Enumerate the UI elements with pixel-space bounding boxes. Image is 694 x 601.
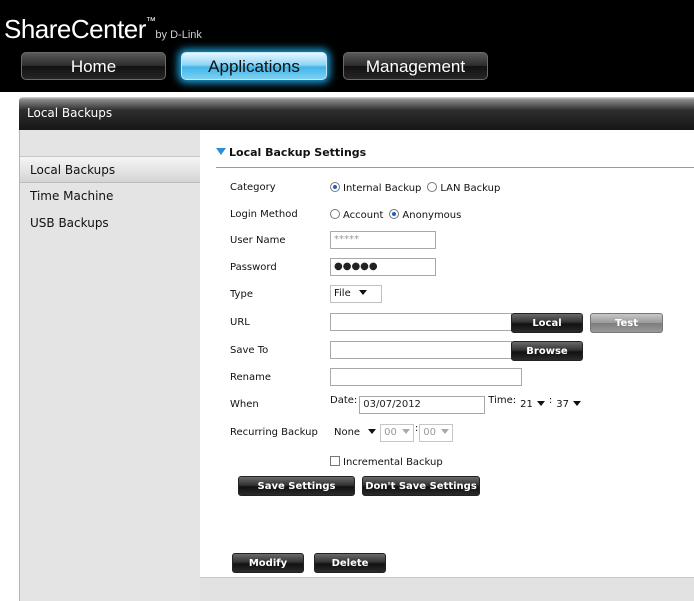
- logo-tm: ™: [145, 16, 156, 27]
- save-settings-button[interactable]: Save Settings: [238, 476, 355, 496]
- username-input[interactable]: *****: [330, 231, 436, 249]
- url-input[interactable]: [330, 313, 512, 331]
- internal-backup-label: Internal Backup: [343, 183, 422, 194]
- sidebar-item-usb-backups[interactable]: USB Backups: [20, 210, 200, 237]
- time-label: Time:: [488, 395, 517, 406]
- password-label: Password: [230, 262, 277, 273]
- recurring-hour-select[interactable]: 00: [380, 424, 414, 442]
- incremental-row: Incremental Backup: [230, 453, 690, 473]
- panel-title: Local Backups: [27, 106, 113, 120]
- chevron-down-icon: [358, 290, 367, 295]
- sidebar-item-local-backups[interactable]: Local Backups: [20, 156, 200, 183]
- recurring-row: Recurring Backup None 00:00: [230, 423, 694, 443]
- recurring-value: None: [334, 427, 361, 438]
- browse-button[interactable]: Browse: [511, 341, 583, 361]
- tab-management[interactable]: Management: [343, 52, 488, 80]
- password-input[interactable]: ●●●●●: [330, 258, 436, 276]
- modify-button[interactable]: Modify: [232, 553, 304, 573]
- radio-selected-icon[interactable]: [330, 182, 340, 192]
- section-title: Local Backup Settings: [229, 146, 367, 159]
- radio-icon[interactable]: [427, 182, 438, 192]
- recurring-label: Recurring Backup: [230, 427, 318, 438]
- account-radio[interactable]: Account: [330, 209, 383, 221]
- panel-titlebar: Local Backups: [19, 97, 694, 130]
- sharecenter-logo: ShareCenter™ by D-Link: [4, 14, 202, 45]
- date-label: Date:: [330, 395, 358, 406]
- delete-button[interactable]: Delete: [314, 553, 386, 573]
- chevron-down-icon: [440, 429, 449, 434]
- chevron-down-icon: [401, 429, 410, 434]
- test-button[interactable]: Test: [590, 313, 663, 333]
- anonymous-label: Anonymous: [402, 210, 462, 221]
- radio-icon[interactable]: [330, 209, 340, 219]
- internal-backup-radio[interactable]: Internal Backup: [330, 182, 421, 194]
- hour-value: 21: [520, 399, 533, 410]
- type-row: Type File: [230, 285, 690, 305]
- rename-row: Rename: [230, 368, 690, 388]
- tab-applications[interactable]: Applications: [181, 52, 327, 80]
- date-input[interactable]: 03/07/2012: [359, 396, 486, 414]
- lan-backup-label: LAN Backup: [440, 183, 501, 194]
- saveto-input[interactable]: [330, 341, 512, 359]
- section-header[interactable]: Local Backup Settings: [216, 146, 694, 168]
- username-row: User Name *****: [230, 231, 690, 251]
- password-row: Password ●●●●●: [230, 258, 690, 278]
- category-row: Category Internal Backup LAN Backup: [230, 179, 690, 199]
- sidebar: Local Backups Time Machine USB Backups: [19, 130, 200, 601]
- when-label: When: [230, 399, 259, 410]
- tab-home[interactable]: Home: [21, 52, 166, 80]
- logo-main: ShareCenter: [4, 14, 146, 44]
- lan-backup-radio[interactable]: LAN Backup: [427, 182, 500, 194]
- anonymous-radio[interactable]: Anonymous: [389, 209, 461, 221]
- logo-by: by D-Link: [155, 29, 202, 41]
- incremental-checkbox[interactable]: [330, 456, 340, 466]
- app-header: ShareCenter™by D-Link Home Applications …: [0, 0, 694, 92]
- recurring-select[interactable]: None: [330, 424, 381, 442]
- sidebar-item-time-machine[interactable]: Time Machine: [20, 183, 200, 210]
- recurring-hour-value: 00: [384, 427, 397, 438]
- collapse-triangle-icon[interactable]: [216, 148, 226, 155]
- type-select[interactable]: File: [330, 285, 382, 303]
- url-label: URL: [230, 317, 250, 328]
- login-method-row: Login Method Account Anonymous: [230, 206, 690, 226]
- incremental-label: Incremental Backup: [343, 457, 443, 468]
- chevron-down-icon: [368, 429, 377, 434]
- bottom-strip: [200, 577, 694, 601]
- recurring-minute-select[interactable]: 00: [419, 424, 453, 442]
- username-label: User Name: [230, 235, 286, 246]
- login-method-label: Login Method: [230, 209, 298, 220]
- chevron-down-icon: [572, 401, 581, 406]
- minute-value: 37: [556, 399, 569, 410]
- category-label: Category: [230, 182, 276, 193]
- when-row: When Date: 03/07/2012 Time: 21:37: [230, 395, 694, 415]
- chevron-down-icon: [536, 401, 545, 406]
- minute-select[interactable]: 37: [552, 396, 585, 414]
- dont-save-settings-button[interactable]: Don't Save Settings: [362, 476, 480, 496]
- recurring-minute-value: 00: [423, 427, 436, 438]
- account-label: Account: [343, 210, 384, 221]
- recurring-separator: :: [414, 423, 419, 434]
- main-panel: Local Backup Settings Category Internal …: [200, 130, 694, 601]
- type-select-value: File: [334, 288, 351, 299]
- radio-selected-icon[interactable]: [389, 209, 400, 219]
- rename-input[interactable]: [330, 368, 522, 386]
- type-label: Type: [230, 289, 253, 300]
- saveto-row: Save To: [230, 341, 690, 361]
- saveto-label: Save To: [230, 345, 269, 356]
- hour-select[interactable]: 21: [516, 396, 549, 414]
- rename-label: Rename: [230, 372, 272, 383]
- local-button[interactable]: Local: [511, 313, 583, 333]
